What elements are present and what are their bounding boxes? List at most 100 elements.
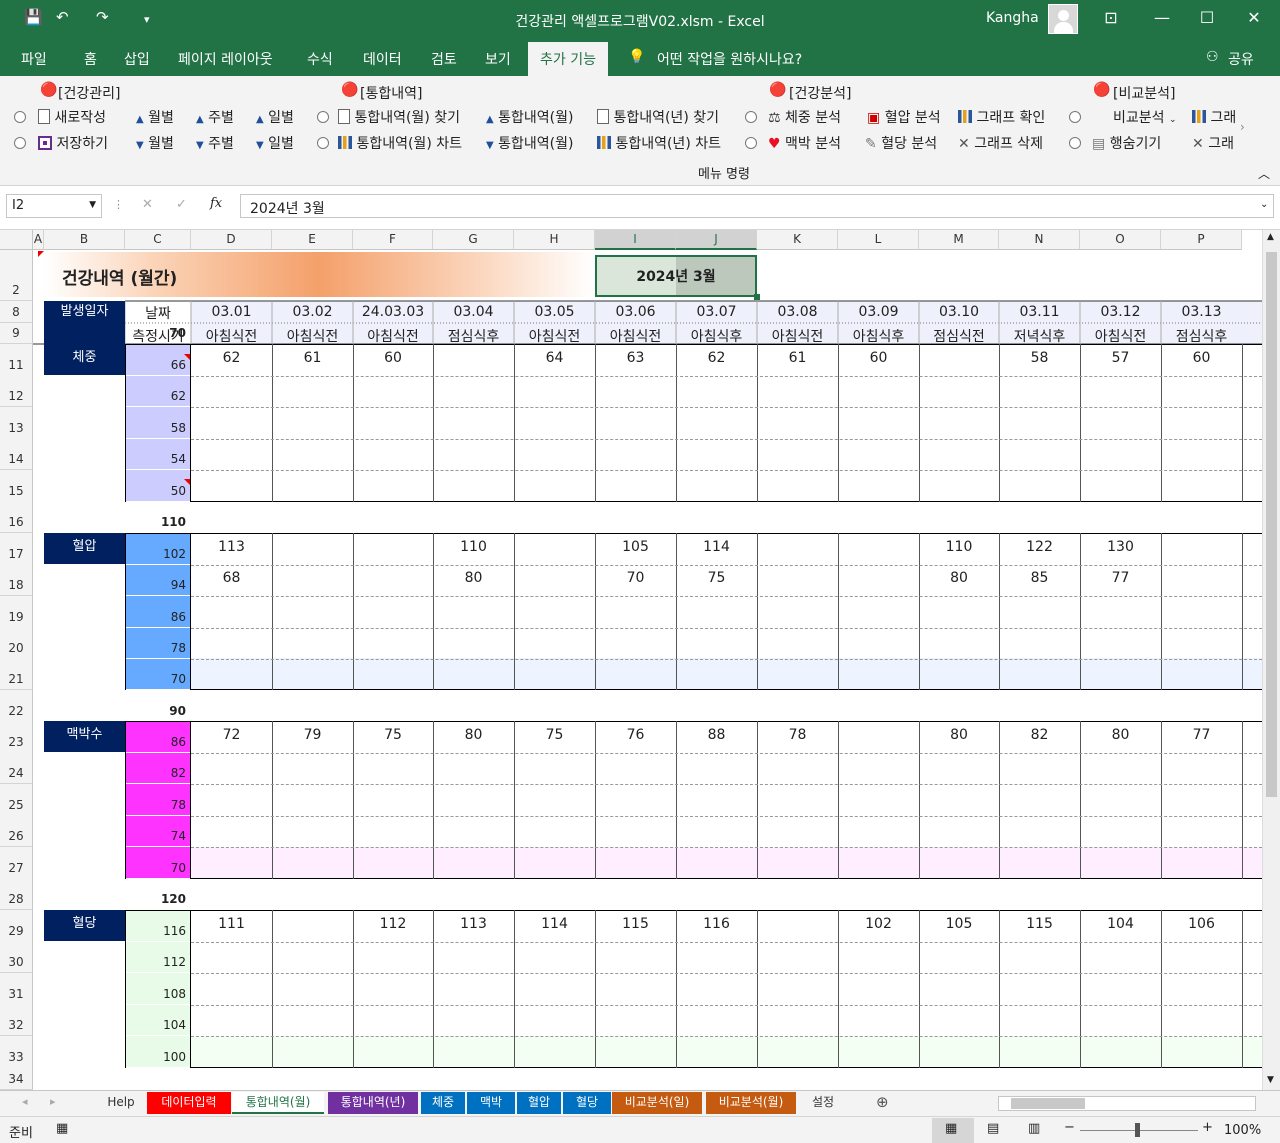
month-up-button[interactable]: ▲ 월별 xyxy=(136,107,174,127)
sheet-tab[interactable]: 혈압 xyxy=(517,1092,561,1114)
hide-rows-button[interactable]: ▤ 행숨기기 xyxy=(1092,133,1161,153)
enter-icon[interactable]: ✓ xyxy=(176,197,187,212)
avatar[interactable] xyxy=(1048,4,1078,34)
sheet-tab[interactable]: 비교분석(월) xyxy=(706,1092,796,1114)
sheet-tab[interactable]: Help xyxy=(96,1092,146,1114)
formula-input[interactable]: 2024년 3월 xyxy=(240,194,1274,218)
spreadsheet-grid[interactable]: ABCDEFGHIJKLMNOP 28911121314151617181920… xyxy=(0,230,1280,1090)
compare-dropdown[interactable]: 비교분석 ⌄ xyxy=(1113,107,1177,127)
scroll-thumb[interactable] xyxy=(1011,1098,1085,1109)
tab-insert[interactable]: 삽입 xyxy=(124,49,150,69)
share-button[interactable]: 공유 xyxy=(1228,49,1254,69)
value-cell: 104 xyxy=(1080,916,1161,932)
comment-marker[interactable] xyxy=(184,354,190,360)
find-year-button[interactable]: 통합내역(년) 찾기 xyxy=(597,107,719,127)
save-file-button[interactable]: 저장하기 xyxy=(38,133,108,153)
new-button[interactable]: 새로작성 xyxy=(38,107,106,127)
radio-option[interactable] xyxy=(14,137,26,149)
integ-month-up-button[interactable]: ▲ 통합내역(월) xyxy=(486,107,573,127)
prev-sheet-icon[interactable]: ◂ xyxy=(22,1095,28,1108)
date-cell: 03.09 xyxy=(838,304,919,320)
bp-analysis-button[interactable]: ▣ 혈압 분석 xyxy=(867,107,941,127)
cancel-icon[interactable]: ✕ xyxy=(142,197,153,212)
day-up-button[interactable]: ▲ 일별 xyxy=(256,107,294,127)
collapse-ribbon-icon[interactable]: ︿ xyxy=(1258,165,1270,182)
integ-month-down-button[interactable]: ▼ 통합내역(월) xyxy=(486,133,573,153)
chart-month-button[interactable]: 통합내역(월) 차트 xyxy=(338,133,462,153)
month-down-button[interactable]: ▼ 월별 xyxy=(136,133,174,153)
chart-year-button[interactable]: 통합내역(년) 차트 xyxy=(597,133,721,153)
sheet-tab[interactable]: 통합내역(년) xyxy=(328,1092,418,1114)
function-icon[interactable]: fx xyxy=(210,196,222,211)
page-layout-icon[interactable]: ▤ xyxy=(987,1121,999,1136)
find-month-button[interactable]: 통합내역(월) 찾기 xyxy=(338,107,460,127)
sheet-tab[interactable]: 맥박 xyxy=(467,1092,515,1114)
ribbon-display-icon[interactable]: ⊡ xyxy=(1101,8,1121,27)
vertical-scrollbar[interactable]: ▲ ▼ xyxy=(1262,230,1280,1090)
zoom-out-icon[interactable]: − xyxy=(1064,1120,1075,1135)
sugar-analysis-button[interactable]: ✎ 혈당 분석 xyxy=(865,133,937,153)
tab-home[interactable]: 홈 xyxy=(84,49,97,69)
zoom-in-icon[interactable]: + xyxy=(1202,1120,1213,1135)
lightbulb-icon: 🔴 xyxy=(341,82,358,98)
radio-option[interactable] xyxy=(317,111,329,123)
comment-marker[interactable] xyxy=(38,251,44,257)
tab-add-ins[interactable]: 추가 기능 xyxy=(528,42,608,76)
status-ready: 준비 xyxy=(9,1122,33,1141)
sheet-tab[interactable]: 데이터입력 xyxy=(147,1092,231,1114)
user-name[interactable]: Kangha xyxy=(986,10,1039,26)
time-cell: 점심식전 xyxy=(919,326,999,346)
name-box[interactable]: I2▼ xyxy=(6,194,102,218)
radio-option[interactable] xyxy=(14,111,26,123)
graph-cut-button[interactable]: 그래 xyxy=(1192,107,1236,127)
next-sheet-icon[interactable]: ▸ xyxy=(50,1095,56,1108)
zoom-slider-handle[interactable] xyxy=(1135,1123,1140,1137)
value-cell: 75 xyxy=(676,570,757,586)
comment-marker[interactable] xyxy=(184,479,190,485)
tell-me-search[interactable]: 어떤 작업을 원하시나요? xyxy=(657,49,802,69)
radio-option[interactable] xyxy=(745,111,757,123)
graph-delete-button[interactable]: ✕ 그래프 삭제 xyxy=(958,133,1043,153)
graph-check-button[interactable]: 그래프 확인 xyxy=(958,107,1045,127)
sheet-tab[interactable]: 체중 xyxy=(421,1092,465,1114)
radio-option[interactable] xyxy=(745,137,757,149)
tab-formulas[interactable]: 수식 xyxy=(307,49,333,69)
expand-formula-icon[interactable]: ⌄ xyxy=(1260,199,1268,210)
minimize-icon[interactable]: — xyxy=(1152,8,1172,27)
page-break-icon[interactable]: ▥ xyxy=(1028,1121,1040,1136)
week-up-button[interactable]: ▲ 주별 xyxy=(196,107,234,127)
close-icon[interactable]: ✕ xyxy=(1244,8,1264,27)
pulse-analysis-button[interactable]: ♥ 맥박 분석 xyxy=(768,133,841,153)
radio-option[interactable] xyxy=(1069,137,1081,149)
tab-page-layout[interactable]: 페이지 레이아웃 xyxy=(178,49,273,69)
tab-data[interactable]: 데이터 xyxy=(363,49,402,69)
close-icon: ✕ xyxy=(958,136,970,152)
macro-record-icon[interactable]: ▦ xyxy=(56,1121,68,1136)
sheet-tab[interactable]: 혈당 xyxy=(563,1092,611,1114)
maximize-icon[interactable]: ☐ xyxy=(1197,8,1217,27)
zoom-level[interactable]: 100% xyxy=(1224,1123,1261,1138)
bar-chart-icon xyxy=(597,136,611,149)
weight-analysis-button[interactable]: ⚖ 체중 분석 xyxy=(768,107,841,127)
sheet-tab[interactable]: 설정 xyxy=(804,1092,842,1114)
radio-option[interactable] xyxy=(317,137,329,149)
week-down-button[interactable]: ▼ 주별 xyxy=(196,133,234,153)
tab-view[interactable]: 보기 xyxy=(485,49,511,69)
radio-option[interactable] xyxy=(1069,111,1081,123)
ribbon-panel: 🔴 [건강관리] 🔴 [통합내역] 🔴 [건강분석] 🔴 [비교분석] 새로작성… xyxy=(0,76,1280,186)
sheet-tab[interactable]: 통합내역(월) xyxy=(232,1092,324,1114)
horizontal-scrollbar[interactable] xyxy=(998,1096,1256,1111)
day-down-button[interactable]: ▼ 일별 xyxy=(256,133,294,153)
tab-review[interactable]: 검토 xyxy=(431,49,457,69)
share-icon[interactable]: ⚇ xyxy=(1206,49,1219,65)
add-sheet-icon[interactable]: ⊕ xyxy=(876,1093,889,1111)
tab-file[interactable]: 파일 xyxy=(21,49,47,69)
sheet-tab[interactable]: 비교분석(일) xyxy=(612,1092,702,1114)
value-cell: 80 xyxy=(919,570,999,586)
formula-bar: I2▼ ⋮ ✕ ✓ fx 2024년 3월 ⌄ xyxy=(0,186,1280,230)
scroll-thumb[interactable] xyxy=(1266,252,1277,797)
ribbon-scroll-right-icon[interactable]: › xyxy=(1240,120,1245,134)
fill-handle[interactable] xyxy=(754,294,760,300)
delete-cut-button[interactable]: ✕ 그래 xyxy=(1192,133,1234,153)
lightbulb-icon: 🔴 xyxy=(40,82,57,98)
